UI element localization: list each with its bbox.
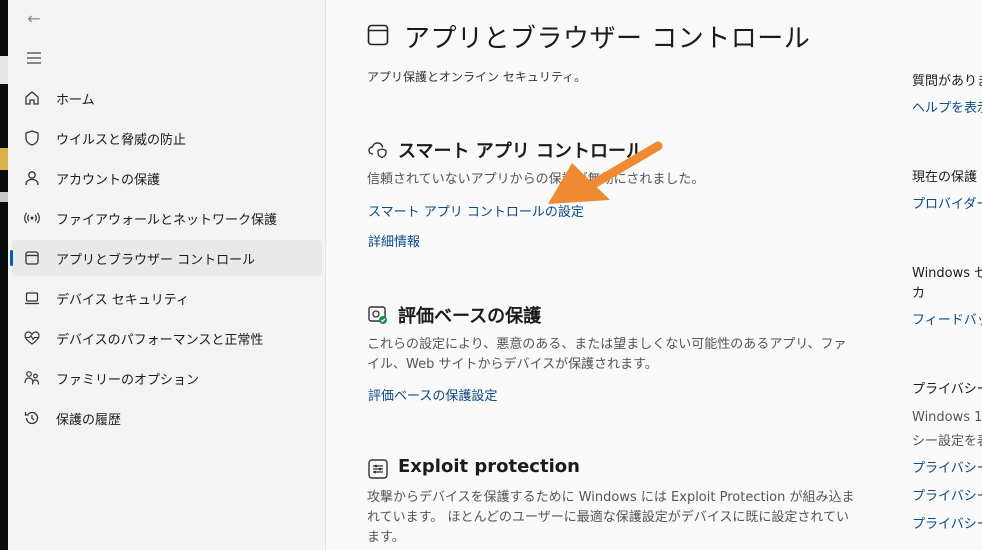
get-help-link[interactable]: ヘルプを表示: [912, 97, 982, 116]
page-subtitle: アプリ保護とオンライン セキュリティ。: [367, 70, 587, 84]
sidebar-item-label: ホーム: [56, 92, 95, 108]
smart-app-control-settings-link[interactable]: スマート アプリ コントロールの設定: [368, 201, 584, 220]
question-heading: 質問がありま: [912, 74, 982, 89]
person-icon: [22, 168, 42, 188]
sidebar-item-label: ファイアウォールとネットワーク保護: [56, 212, 278, 228]
left-window-edge: [0, 0, 8, 550]
sidebar-item-label: デバイスのパフォーマンスと正常性: [56, 332, 264, 348]
page-title: アプリとブラウザー コントロール: [404, 24, 811, 54]
smart-app-control-desc: 信頼されていないアプリからの保護が無効にされました。: [367, 172, 705, 187]
app-window-icon: [22, 248, 42, 268]
exploit-protection-title: Exploit protection: [398, 456, 580, 477]
sidebar-item-virus-protection[interactable]: ウイルスと脅威の防止: [12, 120, 322, 156]
privacy-desc: Windows 1: [912, 410, 982, 425]
sidebar-item-app-browser-control[interactable]: アプリとブラウザー コントロール: [10, 240, 322, 276]
reputation-protection-settings-link[interactable]: 評価ベースの保護設定: [368, 385, 497, 404]
feedback-link[interactable]: フィードバック: [912, 309, 982, 328]
privacy-statement-link[interactable]: プライバシーに: [912, 513, 982, 532]
exploit-protection-icon: [368, 459, 388, 479]
sidebar-item-label: ウイルスと脅威の防止: [56, 132, 187, 148]
app-window-icon: [367, 24, 389, 46]
privacy-desc-line2: シー設定を表: [912, 434, 982, 449]
sidebar-item-device-security[interactable]: デバイス セキュリティ: [12, 280, 322, 316]
exploit-protection-desc: 攻撃からデバイスを保護するために Windows には Exploit Prot…: [367, 490, 855, 545]
edge-strip: [0, 192, 8, 202]
shield-icon: [22, 128, 42, 148]
main-content: アプリとブラウザー コントロール アプリ保護とオンライン セキュリティ。 スマー…: [327, 0, 897, 550]
edge-strip: [0, 148, 8, 170]
family-icon: [22, 368, 42, 388]
sidebar: ← ホーム ウイルスと脅威の防止 アカウントの保護 ファイアウォールとネットワー…: [8, 0, 326, 550]
wifi-antenna-icon: [22, 208, 42, 228]
more-info-link[interactable]: 詳細情報: [368, 231, 420, 250]
right-panel: 質問がありま ヘルプを表示 現在の保護 プロバイダーの Windows セ カ …: [897, 0, 982, 550]
privacy-heading: プライバシーの: [912, 382, 982, 397]
feedback-heading: Windows セ: [912, 266, 982, 281]
back-button[interactable]: ←: [22, 6, 46, 30]
hamburger-menu-button[interactable]: [22, 46, 46, 70]
sidebar-item-label: 保護の履歴: [56, 412, 122, 428]
sidebar-item-family-options[interactable]: ファミリーのオプション: [12, 360, 322, 396]
edge-strip: [0, 56, 8, 84]
hamburger-icon: [27, 52, 41, 64]
reputation-shield-icon: [368, 306, 387, 324]
sidebar-item-firewall[interactable]: ファイアウォールとネットワーク保護: [12, 200, 322, 236]
reputation-protection-title: 評価ベースの保護: [398, 306, 542, 327]
laptop-icon: [22, 288, 42, 308]
sidebar-item-home[interactable]: ホーム: [12, 80, 322, 116]
sidebar-item-label: アプリとブラウザー コントロール: [56, 252, 256, 268]
sidebar-item-label: ファミリーのオプション: [56, 372, 200, 388]
sidebar-item-label: デバイス セキュリティ: [56, 292, 189, 308]
back-arrow-icon: ←: [27, 8, 41, 28]
smart-app-control-title: スマート アプリ コントロール: [398, 141, 644, 162]
reputation-protection-desc: これらの設定により、悪意のある、または望ましくない可能性のあるアプリ、ファイル、…: [367, 337, 847, 372]
sidebar-item-device-performance[interactable]: デバイスのパフォーマンスと正常性: [12, 320, 322, 356]
heart-pulse-icon: [22, 328, 42, 348]
sidebar-item-account-protection[interactable]: アカウントの保護: [12, 160, 322, 196]
privacy-dashboard-link[interactable]: プライバシー ダ: [912, 485, 982, 504]
sidebar-item-label: アカウントの保護: [56, 172, 161, 188]
current-provider-heading: 現在の保護: [912, 170, 978, 185]
home-icon: [22, 88, 42, 108]
sidebar-item-protection-history[interactable]: 保護の履歴: [12, 400, 322, 436]
cloud-shield-icon: [368, 142, 387, 159]
privacy-settings-link[interactable]: プライバシーの: [912, 457, 982, 476]
history-icon: [22, 408, 42, 428]
provider-link[interactable]: プロバイダーの: [912, 193, 982, 212]
feedback-heading-line2: カ: [912, 286, 926, 301]
